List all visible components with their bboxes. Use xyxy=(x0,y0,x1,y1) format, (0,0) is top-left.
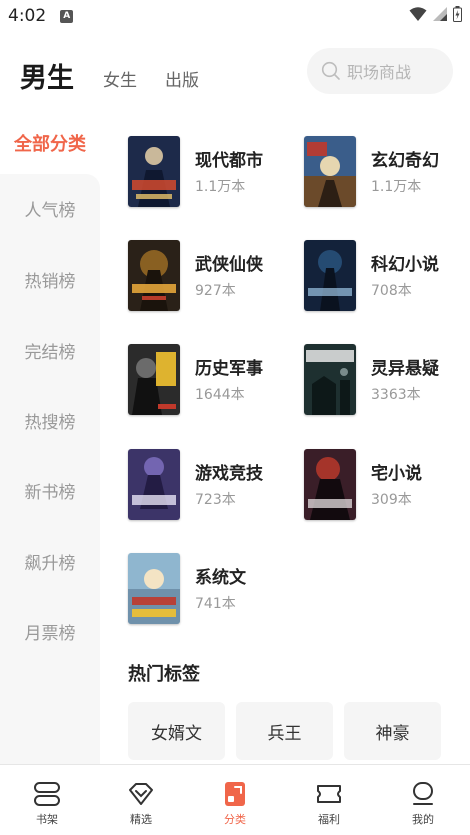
hot-tags-title: 热门标签 xyxy=(128,664,200,685)
book-cover-image xyxy=(128,136,180,207)
category-count: 1.1万本 xyxy=(195,179,246,195)
sidebar-item-completed[interactable]: 完结榜 xyxy=(0,330,100,370)
diamond-icon xyxy=(129,783,153,805)
category-item-wuxia[interactable]: 武侠仙侠 927本 xyxy=(128,240,298,312)
nav-category[interactable]: 分类 xyxy=(188,765,282,835)
category-count: 1.1万本 xyxy=(371,179,422,195)
sidebar: 人气榜 热销榜 完结榜 热搜榜 新书榜 飙升榜 月票榜 xyxy=(0,174,100,764)
book-cover-image xyxy=(304,344,356,415)
battery-icon xyxy=(453,6,462,22)
category-icon xyxy=(225,782,245,806)
search-input[interactable]: 职场商战 xyxy=(307,48,453,94)
category-name: 玄幻奇幻 xyxy=(371,151,439,171)
sidebar-item-monthly-ticket[interactable]: 月票榜 xyxy=(0,611,100,651)
profile-icon xyxy=(413,782,433,805)
nav-profile[interactable]: 我的 xyxy=(376,765,470,835)
category-count: 741本 xyxy=(195,596,236,612)
sidebar-item-rising[interactable]: 飙升榜 xyxy=(0,541,100,581)
category-item-scifi[interactable]: 科幻小说 708本 xyxy=(304,240,470,312)
book-cover-image xyxy=(304,136,356,207)
category-item-system[interactable]: 系统文 741本 xyxy=(128,553,298,625)
tag-tycoon[interactable]: 神豪 xyxy=(344,702,441,760)
category-name: 灵异悬疑 xyxy=(371,359,439,379)
book-cover-image xyxy=(128,449,180,520)
tag-soldier-king[interactable]: 兵王 xyxy=(236,702,333,760)
category-count: 708本 xyxy=(371,283,412,299)
category-name: 武侠仙侠 xyxy=(195,255,263,275)
bottom-nav: 书架 精选 分类 福利 我的 xyxy=(0,764,470,835)
ticket-icon xyxy=(317,785,341,803)
category-name: 科幻小说 xyxy=(371,255,439,275)
nav-welfare[interactable]: 福利 xyxy=(282,765,376,835)
nav-label: 我的 xyxy=(412,813,434,826)
book-cover-image xyxy=(128,240,180,311)
sidebar-item-popular[interactable]: 人气榜 xyxy=(0,188,100,228)
tab-publish[interactable]: 出版 xyxy=(165,66,199,91)
category-count: 927本 xyxy=(195,283,236,299)
category-item-gaming[interactable]: 游戏竞技 723本 xyxy=(128,449,298,521)
category-name: 系统文 xyxy=(195,568,246,588)
search-icon xyxy=(321,61,340,80)
category-item-urban[interactable]: 现代都市 1.1万本 xyxy=(128,136,298,208)
nav-label: 福利 xyxy=(318,813,340,826)
book-cover-image xyxy=(304,240,356,311)
status-bar: 4:02 A xyxy=(0,0,470,32)
category-name: 现代都市 xyxy=(195,151,263,171)
category-item-otaku[interactable]: 宅小说 309本 xyxy=(304,449,470,521)
status-time: 4:02 xyxy=(8,6,47,26)
tab-female[interactable]: 女生 xyxy=(103,66,137,91)
sidebar-item-hot-search[interactable]: 热搜榜 xyxy=(0,400,100,440)
book-cover-image xyxy=(128,553,180,624)
category-name: 历史军事 xyxy=(195,359,263,379)
nav-featured[interactable]: 精选 xyxy=(94,765,188,835)
category-name: 游戏竞技 xyxy=(195,464,263,484)
category-count: 723本 xyxy=(195,492,236,508)
search-placeholder: 职场商战 xyxy=(347,63,412,82)
nav-label: 分类 xyxy=(224,813,246,826)
wifi-icon xyxy=(409,7,427,21)
book-cover-image xyxy=(304,449,356,520)
category-count: 1644本 xyxy=(195,387,245,403)
tag-son-in-law[interactable]: 女婿文 xyxy=(128,702,225,760)
sidebar-item-bestselling[interactable]: 热销榜 xyxy=(0,259,100,299)
nav-label: 书架 xyxy=(36,813,58,826)
category-item-mystery[interactable]: 灵异悬疑 3363本 xyxy=(304,344,470,416)
category-count: 309本 xyxy=(371,492,412,508)
signal-icon xyxy=(433,7,447,21)
category-name: 宅小说 xyxy=(371,464,422,484)
status-icons xyxy=(409,6,462,22)
nav-label: 精选 xyxy=(130,813,152,826)
category-count: 3363本 xyxy=(371,387,421,403)
sidebar-item-new-books[interactable]: 新书榜 xyxy=(0,470,100,510)
top-header: 男生 女生 出版 职场商战 xyxy=(0,44,470,108)
category-item-history[interactable]: 历史军事 1644本 xyxy=(128,344,298,416)
bookshelf-icon xyxy=(34,782,60,806)
nav-bookshelf[interactable]: 书架 xyxy=(0,765,94,835)
notification-icon: A xyxy=(60,9,74,23)
sidebar-item-all-categories[interactable]: 全部分类 xyxy=(0,112,100,174)
book-cover-image xyxy=(128,344,180,415)
category-item-fantasy[interactable]: 玄幻奇幻 1.1万本 xyxy=(304,136,470,208)
sidebar-item-label: 全部分类 xyxy=(14,134,86,155)
tab-male[interactable]: 男生 xyxy=(20,56,74,95)
